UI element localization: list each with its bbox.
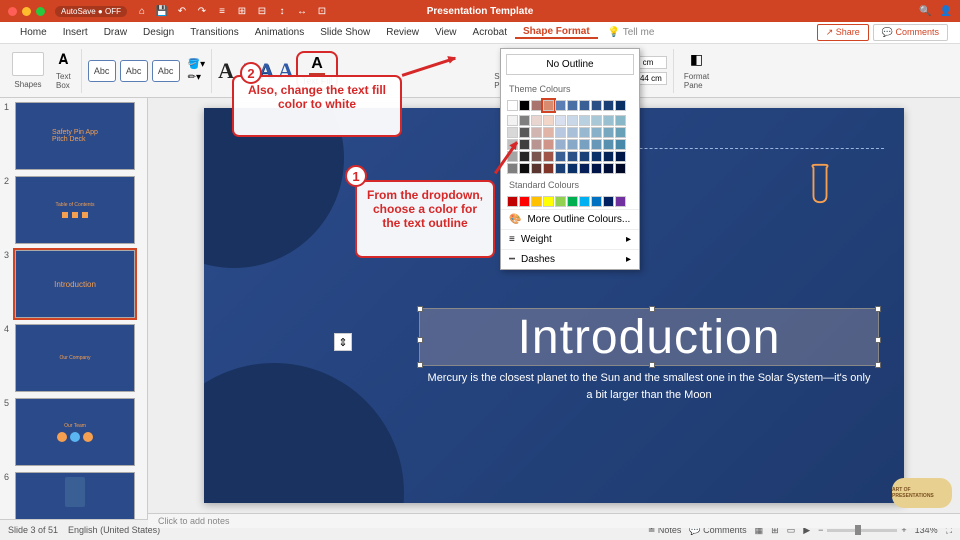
user-icon[interactable]: 👤 xyxy=(940,6,952,17)
textbox-group[interactable]: 𝐀Text Box xyxy=(52,47,75,95)
weight-menu[interactable]: ≡ Weight▸ xyxy=(501,229,639,249)
thumb-2[interactable]: 2Table of Contents xyxy=(4,176,143,244)
main-area: 1Safety Pin App Pitch Deck 2Table of Con… xyxy=(0,98,960,519)
slide-thumbnails: 1Safety Pin App Pitch Deck 2Table of Con… xyxy=(0,98,148,519)
qat-icon[interactable]: ⊟ xyxy=(255,4,269,18)
thumb-6[interactable]: 6 xyxy=(4,472,143,519)
tab-design[interactable]: Design xyxy=(135,27,182,38)
tab-shape-format[interactable]: Shape Format xyxy=(515,26,598,39)
tab-home[interactable]: Home xyxy=(12,27,55,38)
tell-me[interactable]: 💡 Tell me xyxy=(608,27,655,38)
qat-icon[interactable]: ⊡ xyxy=(315,4,329,18)
qat-icon[interactable]: ≡ xyxy=(215,4,229,18)
language[interactable]: English (United States) xyxy=(68,525,160,535)
text-outline-dropdown: No Outline Theme Colours Rose, Text 2 St… xyxy=(500,48,640,270)
shape-styles[interactable]: AbcAbcAbc xyxy=(88,60,180,82)
shape-fill-icon[interactable]: 🪣▾ xyxy=(188,59,205,70)
subtitle-text[interactable]: Mercury is the closest planet to the Sun… xyxy=(424,370,874,403)
undo-icon[interactable]: ↶ xyxy=(175,4,189,18)
callout-2: Also, change the text fill color to whit… xyxy=(232,75,402,137)
dashes-menu[interactable]: ┅ Dashes▸ xyxy=(501,249,639,269)
callout-1: From the dropdown, choose a color for th… xyxy=(355,180,495,258)
thumb-1[interactable]: 1Safety Pin App Pitch Deck xyxy=(4,102,143,170)
thumb-3[interactable]: 3Introduction xyxy=(4,250,143,318)
tab-view[interactable]: View xyxy=(427,27,465,38)
tab-slideshow[interactable]: Slide Show xyxy=(312,27,378,38)
tab-animations[interactable]: Animations xyxy=(247,27,312,38)
notes-placeholder[interactable]: Click to add notes xyxy=(148,513,960,528)
redo-icon[interactable]: ↷ xyxy=(195,4,209,18)
document-title: Presentation Template xyxy=(427,6,534,17)
no-outline-option[interactable]: No Outline xyxy=(506,54,634,75)
standard-swatches[interactable] xyxy=(501,194,639,209)
ribbon-tabs: Home Insert Draw Design Transitions Anim… xyxy=(0,22,960,44)
search-icon[interactable]: 🔍 xyxy=(919,6,931,17)
tab-acrobat[interactable]: Acrobat xyxy=(465,27,515,38)
theme-tints[interactable] xyxy=(501,113,639,176)
format-pane[interactable]: ◧Format Pane xyxy=(680,47,713,95)
slide-counter[interactable]: Slide 3 of 51 xyxy=(8,525,58,535)
comments-button[interactable]: 💬 Comments xyxy=(873,24,948,41)
tab-review[interactable]: Review xyxy=(378,27,427,38)
home-icon[interactable]: ⌂ xyxy=(135,4,149,18)
tab-insert[interactable]: Insert xyxy=(55,27,96,38)
autofit-icon[interactable]: ⇕ xyxy=(334,333,352,351)
ribbon: Shapes 𝐀Text Box AbcAbcAbc 🪣▾ ✏▾ AAAA AT… xyxy=(0,44,960,98)
callout-badge-1: 1 xyxy=(345,165,367,187)
qat-icon[interactable]: ⊞ xyxy=(235,4,249,18)
quick-access-toolbar[interactable]: ⌂ 💾 ↶ ↷ ≡ ⊞ ⊟ ↕ ↔ ⊡ xyxy=(135,4,329,18)
share-button[interactable]: ↗ Share xyxy=(817,24,869,41)
qat-icon[interactable]: ↔ xyxy=(295,4,309,18)
title-textbox[interactable]: Introduction xyxy=(419,308,879,366)
tab-draw[interactable]: Draw xyxy=(96,27,135,38)
save-icon[interactable]: 💾 xyxy=(155,4,169,18)
window-controls[interactable] xyxy=(8,7,45,16)
more-colors[interactable]: 🎨 More Outline Colours... xyxy=(501,209,639,229)
watermark: ART OF PRESENTATIONS xyxy=(892,478,952,508)
safety-pin-icon xyxy=(806,163,834,205)
titlebar: AutoSave ● OFF ⌂ 💾 ↶ ↷ ≡ ⊞ ⊟ ↕ ↔ ⊡ Presentati… xyxy=(0,0,960,22)
thumb-5[interactable]: 5Our Team xyxy=(4,398,143,466)
tab-transitions[interactable]: Transitions xyxy=(182,27,247,38)
autosave-toggle[interactable]: AutoSave ● OFF xyxy=(55,6,127,17)
callout-badge-2: 2 xyxy=(240,62,262,84)
shapes-group[interactable]: Shapes xyxy=(8,47,48,95)
shape-outline-icon[interactable]: ✏▾ xyxy=(188,72,205,83)
qat-icon[interactable]: ↕ xyxy=(275,4,289,18)
theme-swatches[interactable] xyxy=(501,98,639,113)
thumb-4[interactable]: 4Our Company xyxy=(4,324,143,392)
